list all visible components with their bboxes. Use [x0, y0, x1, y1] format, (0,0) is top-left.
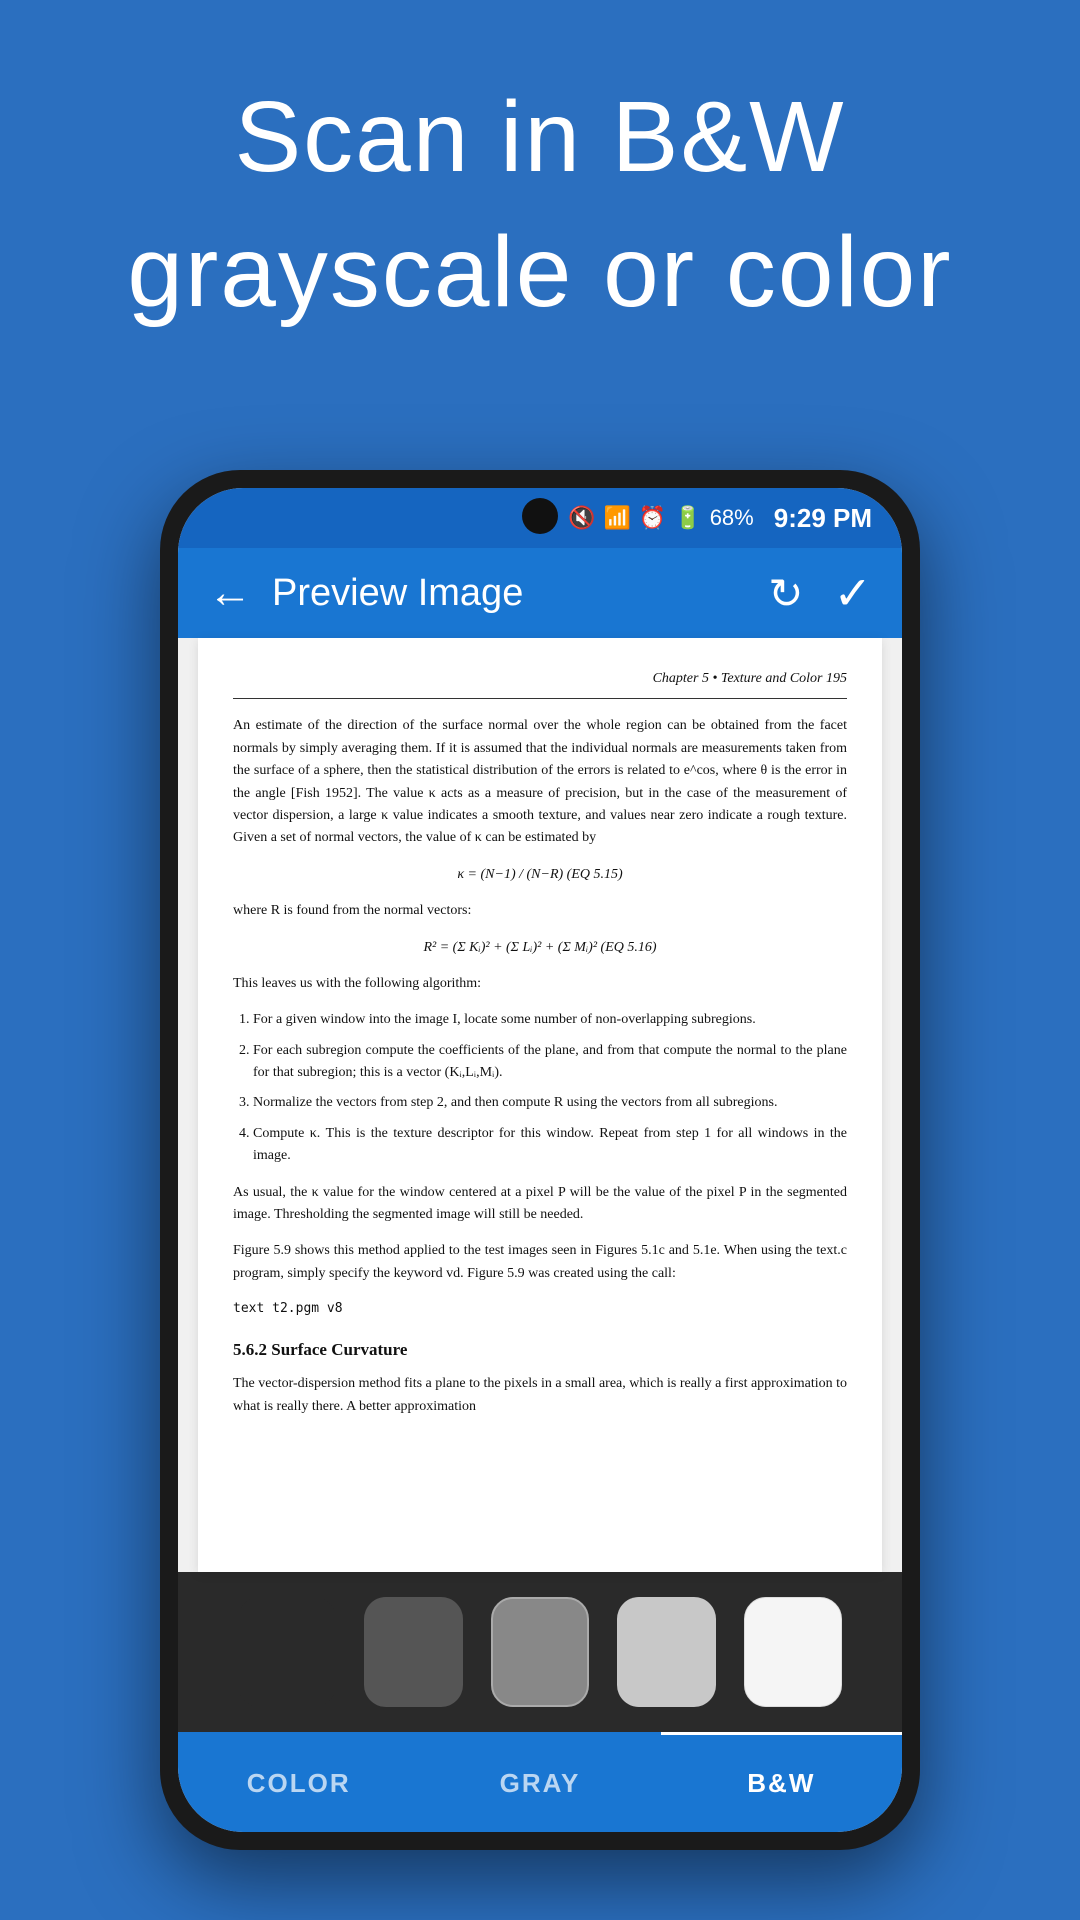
status-time: 9:29 PM	[774, 503, 872, 534]
phone-screen: 🔇 📶 ⏰ 🔋 68% 9:29 PM ← Preview Image ↻ ✓	[178, 488, 902, 1832]
app-toolbar: ← Preview Image ↻ ✓	[178, 548, 902, 638]
doc-section-text: The vector-dispersion method fits a plan…	[233, 1373, 847, 1418]
document-page: Chapter 5 • Texture and Color 195 An est…	[198, 638, 882, 1572]
doc-formula-2: R² = (Σ Kᵢ)² + (Σ Lᵢ)² + (Σ Mᵢ)² (EQ 5.1…	[233, 937, 847, 959]
doc-formula-1: κ = (N−1) / (N−R) (EQ 5.15)	[233, 864, 847, 886]
mute-icon: 🔇	[568, 505, 595, 531]
doc-step-4: Compute κ. This is the texture descripto…	[253, 1123, 847, 1168]
camera-cutout	[522, 498, 558, 534]
alarm-icon: ⏰	[639, 505, 666, 531]
header-section: Scan in B&W grayscale or color	[0, 0, 1080, 330]
swatch-midgray[interactable]	[491, 1597, 590, 1707]
swatch-black[interactable]	[238, 1597, 336, 1707]
back-button[interactable]: ←	[208, 571, 252, 615]
doc-code: text t2.pgm v8	[233, 1299, 847, 1320]
document-area: Chapter 5 • Texture and Color 195 An est…	[198, 638, 882, 1572]
tab-color[interactable]: COLOR	[178, 1732, 419, 1832]
doc-paragraph-1: An estimate of the direction of the surf…	[233, 715, 847, 849]
headline-line2: grayscale or color	[0, 215, 1080, 330]
status-icons: 🔇 📶 ⏰ 🔋 68%	[568, 505, 754, 531]
tab-bw[interactable]: B&W	[661, 1732, 902, 1832]
swatch-white[interactable]	[744, 1597, 842, 1707]
battery-icon: 🔋	[674, 505, 701, 531]
wifi-icon: 📶	[603, 505, 630, 531]
doc-step-1: For a given window into the image I, loc…	[253, 1009, 847, 1031]
doc-step-3: Normalize the vectors from step 2, and t…	[253, 1092, 847, 1114]
doc-paragraph-2: As usual, the κ value for the window cen…	[233, 1182, 847, 1227]
swatches-area	[178, 1572, 902, 1732]
confirm-button[interactable]: ✓	[833, 566, 872, 620]
doc-section-title: 5.6.2 Surface Curvature	[233, 1336, 847, 1363]
swatch-lightgray[interactable]	[617, 1597, 715, 1707]
screen-content: 🔇 📶 ⏰ 🔋 68% 9:29 PM ← Preview Image ↻ ✓	[178, 488, 902, 1832]
rotate-button[interactable]: ↻	[768, 569, 803, 618]
phone-shell: 🔇 📶 ⏰ 🔋 68% 9:29 PM ← Preview Image ↻ ✓	[160, 470, 920, 1850]
battery-percent: 68%	[710, 505, 754, 531]
doc-algorithm-intro: This leaves us with the following algori…	[233, 973, 847, 995]
tab-gray[interactable]: GRAY	[419, 1732, 660, 1832]
toolbar-actions: ↻ ✓	[768, 566, 872, 620]
doc-header: Chapter 5 • Texture and Color 195	[233, 668, 847, 699]
toolbar-title: Preview Image	[272, 572, 748, 615]
doc-step-2: For each subregion compute the coefficie…	[253, 1040, 847, 1085]
swatch-darkgray[interactable]	[364, 1597, 462, 1707]
doc-paragraph-3: Figure 5.9 shows this method applied to …	[233, 1240, 847, 1285]
doc-where-text: where R is found from the normal vectors…	[233, 900, 847, 922]
doc-steps-list: For a given window into the image I, loc…	[253, 1009, 847, 1167]
phone-mockup: 🔇 📶 ⏰ 🔋 68% 9:29 PM ← Preview Image ↻ ✓	[160, 470, 920, 1850]
headline-line1: Scan in B&W	[0, 80, 1080, 195]
tab-bar: COLOR GRAY B&W	[178, 1732, 902, 1832]
